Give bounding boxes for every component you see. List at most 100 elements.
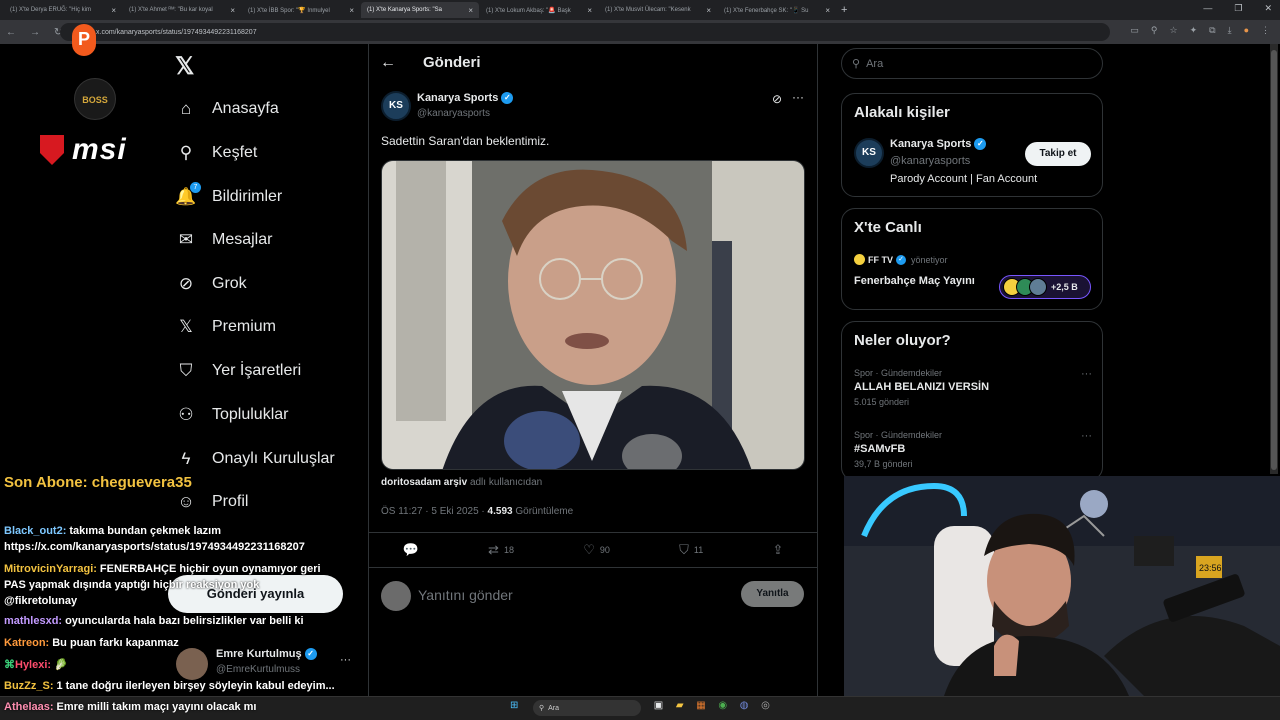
post-actions: 💬 ⇄ 18 ♡ 90 ⛉ 11 ⇪: [368, 532, 818, 568]
nav-verified-orgs[interactable]: ϟ Onaylı Kuruluşlar: [176, 449, 335, 469]
bookmark-button[interactable]: ⛉ 11: [679, 542, 703, 558]
follow-button[interactable]: Takip et: [1025, 142, 1091, 166]
reply-input[interactable]: Yanıtını gönder: [418, 587, 513, 603]
trend-count: 5.015 gönderi: [854, 397, 910, 407]
reply-submit-button[interactable]: Yanıtla: [741, 581, 804, 607]
browser-tab[interactable]: (1) X'te Ahmet ᴿᴹ: "Bu kar koyal ×: [123, 2, 241, 18]
file-explorer-icon[interactable]: ▰: [676, 700, 684, 711]
store-icon[interactable]: ▦: [696, 700, 705, 711]
chat-text: PAS yapmak dışında yaptığı hiçbir reaksi…: [4, 579, 260, 591]
nav-bookmarks[interactable]: ⛉ Yer İşaretleri: [176, 361, 302, 381]
back-arrow-icon[interactable]: ←: [380, 54, 396, 72]
like-button[interactable]: ♡ 90: [583, 542, 610, 558]
grok-explain-icon[interactable]: ⊘: [772, 92, 782, 106]
minimize-icon[interactable]: —: [1203, 3, 1212, 14]
extensions-icon[interactable]: ✦: [1190, 25, 1198, 36]
author-handle[interactable]: @kanaryasports: [417, 108, 490, 119]
browser-tab[interactable]: (1) X'te Musvit Ülecam: "Kesenk ×: [599, 2, 717, 18]
browser-tab[interactable]: (1) X'te Fenerbahçe SK: "📱 Su ×: [718, 2, 836, 18]
avatar-icon[interactable]: ●: [1244, 25, 1249, 36]
video-attribution[interactable]: doritosadam arşiv adlı kullanıcıdan: [381, 477, 542, 488]
windows-start-icon[interactable]: ⊞: [510, 700, 518, 711]
search-input[interactable]: ⚲ Ara: [841, 48, 1103, 79]
related-people-card: Alakalı kişiler KS Kanarya Sports ✓ @kana…: [841, 93, 1103, 197]
maximize-icon[interactable]: ❐: [1234, 3, 1242, 14]
puzzle-icon[interactable]: ⧉: [1209, 25, 1215, 36]
x-logo-icon[interactable]: 𝕏: [175, 52, 194, 81]
author-name[interactable]: Kanarya Sports ✓: [417, 92, 514, 104]
chat-text: 🥬: [54, 659, 68, 671]
close-icon[interactable]: ×: [468, 6, 473, 15]
live-stream-title[interactable]: Fenerbahçe Maç Yayını: [854, 275, 975, 287]
related-avatar[interactable]: KS: [854, 138, 884, 168]
browser-tab[interactable]: (1) X'te İBB Spor: "🏆 Inmulyel ×: [242, 2, 360, 18]
tab-label: (1) X'te Lokum Akbaş: "🚨 Başk: [486, 7, 571, 14]
post-video-thumbnail[interactable]: [381, 160, 805, 470]
close-window-icon[interactable]: ✕: [1264, 3, 1272, 14]
nav-communities[interactable]: ⚇ Topluluklar: [176, 405, 288, 425]
bookmark-icon: ⛉: [179, 361, 193, 380]
browser-tab[interactable]: (1) X'te Derya ERUĞ: "Hiç kim ×: [4, 2, 122, 18]
more-options-icon[interactable]: ···: [340, 654, 351, 666]
close-icon[interactable]: ×: [825, 6, 830, 15]
menu-icon[interactable]: ⋮: [1261, 25, 1270, 36]
post-meta: ÖS 11:27 · 5 Eki 2025 · 4.593 Görüntülem…: [381, 506, 573, 517]
back-nav-icon[interactable]: ←: [6, 27, 16, 38]
cast-icon[interactable]: ▭: [1130, 25, 1139, 36]
live-card: X'te Canlı FF TV ✓ yönetiyor Fenerbahçe Ma…: [841, 208, 1103, 310]
live-host-line[interactable]: FF TV ✓ yönetiyor: [854, 254, 948, 265]
more-options-icon[interactable]: ···: [792, 90, 804, 104]
url-field[interactable]: x.com/kanaryasports/status/1974934492231…: [60, 23, 1110, 41]
nav-profile[interactable]: ☺ Profil: [176, 492, 248, 512]
nav-messages[interactable]: ✉ Mesajlar: [176, 230, 273, 250]
forward-nav-icon[interactable]: →: [30, 27, 40, 38]
discord-icon[interactable]: ◍: [740, 700, 749, 711]
star-icon[interactable]: ☆: [1170, 25, 1178, 36]
live-listeners-pill[interactable]: +2,5 B: [999, 275, 1091, 299]
browser-tab-active[interactable]: (1) X'te Kanarya Sports: "Sa ×: [361, 2, 479, 18]
close-icon[interactable]: ×: [111, 6, 116, 15]
reply-button[interactable]: 💬: [403, 542, 419, 558]
author-avatar[interactable]: KS: [381, 91, 411, 121]
trend-item[interactable]: Spor · Gündemdekiler #SAMvFB 39,7 B gönd…: [854, 430, 1092, 469]
card-title: Alakalı kişiler: [854, 104, 950, 121]
browser-tab[interactable]: (1) X'te Lokum Akbaş: "🚨 Başk ×: [480, 2, 598, 18]
chat-message: mathlesxd: oyuncularda hala bazı belirsiz…: [4, 615, 304, 627]
more-options-icon[interactable]: ···: [1081, 368, 1092, 380]
profile-avatar[interactable]: [176, 648, 208, 680]
chat-message: ⌘Hylexi: 🥬: [4, 658, 68, 671]
close-icon[interactable]: ×: [706, 6, 711, 15]
nav-premium[interactable]: 𝕏 Premium: [176, 317, 276, 337]
badge-icon: ⌘: [4, 659, 15, 671]
last-subscriber-label: Son Abone: cheguevera35: [4, 474, 192, 491]
trend-count: 39,7 B gönderi: [854, 459, 913, 469]
trend-item[interactable]: Spor · Gündemdekiler ALLAH BELANIZI VERS…: [854, 368, 1092, 407]
attribution-user[interactable]: doritosadam arşiv: [381, 477, 467, 488]
close-icon[interactable]: ×: [230, 6, 235, 15]
related-name[interactable]: Kanarya Sports ✓: [890, 138, 987, 150]
downloads-icon[interactable]: ⤓: [1228, 25, 1232, 36]
task-view-icon[interactable]: ▣: [654, 700, 663, 711]
nav-notifications[interactable]: 🔔 7 Bildirimler: [175, 182, 282, 207]
share-button[interactable]: ⇪: [772, 542, 783, 558]
trends-card: Neler oluyor? Spor · Gündemdekiler ALLAH…: [841, 321, 1103, 481]
obs-icon[interactable]: ◎: [761, 700, 770, 711]
new-tab-icon[interactable]: +: [841, 4, 847, 16]
scrollbar-thumb[interactable]: [1271, 50, 1277, 470]
more-options-icon[interactable]: ···: [1081, 430, 1092, 442]
chrome-icon[interactable]: ◉: [718, 700, 727, 711]
profile-name[interactable]: Emre Kurtulmuş ✓: [216, 648, 317, 660]
close-icon[interactable]: ×: [587, 6, 592, 15]
chat-user: MitrovicinYarragi:: [4, 563, 97, 575]
nav-home[interactable]: ⌂ Anasayfa: [176, 99, 279, 119]
close-icon[interactable]: ×: [349, 6, 354, 15]
post-timestamp[interactable]: ÖS 11:27 · 5 Eki 2025 ·: [381, 506, 488, 517]
zoom-icon[interactable]: ⚲: [1151, 25, 1158, 36]
chat-text: Emre milli takım maçı yayını olacak mı: [56, 701, 257, 713]
chat-user: Katreon:: [4, 637, 50, 649]
nav-grok[interactable]: ⊘ Grok: [176, 274, 247, 294]
nav-explore[interactable]: ⚲ Keşfet: [176, 143, 258, 163]
repost-button[interactable]: ⇄ 18: [488, 542, 514, 558]
related-handle[interactable]: @kanaryasports: [890, 155, 970, 167]
taskbar-search[interactable]: ⚲ Ara: [533, 700, 641, 716]
